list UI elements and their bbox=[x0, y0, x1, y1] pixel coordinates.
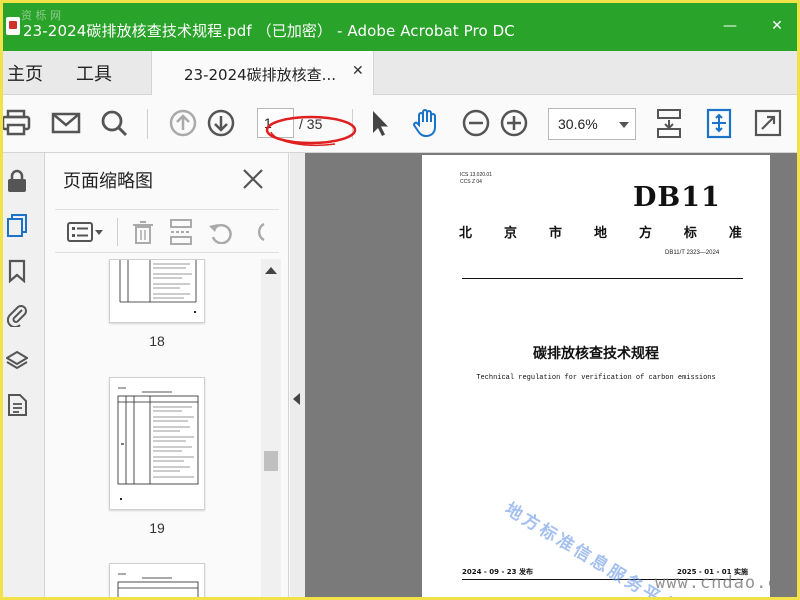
issuer-char: 北 bbox=[459, 226, 473, 241]
page-thumbnail-label: 18 bbox=[149, 333, 165, 349]
standard-mark: DB11 bbox=[633, 182, 721, 213]
pdf-file-icon bbox=[6, 17, 20, 35]
issuer-line: 北 京 市 地 方 标 准 bbox=[459, 222, 742, 241]
title-bar: 资 栎 网 23-2024碳排放核查技术规程.pdf （已加密） - Adobe… bbox=[3, 3, 797, 51]
rotate-left-icon[interactable] bbox=[207, 220, 235, 244]
tab-home[interactable]: 主页 bbox=[7, 60, 43, 86]
document-page: ICS 13.020.01 CCS Z 04 DB11 北 京 市 地 方 标 … bbox=[422, 155, 770, 597]
layers-icon[interactable] bbox=[6, 349, 28, 373]
toolbar-divider bbox=[117, 218, 118, 246]
hand-tool-icon[interactable] bbox=[410, 107, 442, 139]
insert-page-icon[interactable] bbox=[169, 218, 193, 246]
print-icon[interactable] bbox=[3, 107, 35, 139]
issuer-char: 标 bbox=[683, 226, 697, 241]
app-window: 资 栎 网 23-2024碳排放核查技术规程.pdf （已加密） - Adobe… bbox=[0, 0, 800, 600]
issuer-char: 地 bbox=[593, 226, 607, 241]
ics-code: ICS 13.020.01 CCS Z 04 bbox=[460, 172, 492, 186]
ics-line: ICS 13.020.01 bbox=[460, 172, 492, 178]
header-rule bbox=[462, 278, 743, 279]
zoom-in-icon[interactable] bbox=[498, 107, 530, 139]
lock-icon[interactable] bbox=[6, 169, 28, 193]
previous-page-icon[interactable] bbox=[167, 107, 199, 139]
issuer-char: 方 bbox=[638, 226, 652, 241]
issuer-char: 京 bbox=[503, 226, 517, 241]
left-tool-rail bbox=[3, 153, 45, 597]
options-menu-icon[interactable] bbox=[67, 221, 105, 243]
page-thumbnail-20[interactable] bbox=[109, 563, 205, 597]
close-icon[interactable] bbox=[241, 167, 265, 191]
thumbnail-toolbar bbox=[55, 209, 279, 253]
select-cursor-icon[interactable] bbox=[364, 107, 396, 139]
release-date: 2024 - 09 - 23 发布 bbox=[462, 568, 533, 576]
document-viewer[interactable]: ICS 13.020.01 CCS Z 04 DB11 北 京 市 地 方 标 … bbox=[305, 153, 797, 597]
window-title: 23-2024碳排放核查技术规程.pdf （已加密） - Adobe Acrob… bbox=[23, 22, 515, 40]
toolbar-divider bbox=[147, 109, 148, 139]
page-thumbnails-icon[interactable] bbox=[6, 213, 28, 237]
standard-code: DB11/T 2323—2024 bbox=[665, 250, 720, 256]
attachment-icon[interactable] bbox=[6, 303, 28, 327]
chevron-down-icon bbox=[619, 122, 629, 128]
issuer-char: 市 bbox=[548, 226, 562, 241]
zoom-out-icon[interactable] bbox=[460, 107, 492, 139]
rotate-right-icon[interactable] bbox=[253, 220, 265, 244]
thumbnail-scrollbar[interactable] bbox=[261, 259, 281, 597]
close-window-button[interactable]: ✕ bbox=[766, 15, 788, 37]
document-icon[interactable] bbox=[6, 393, 28, 417]
thumbnail-content bbox=[117, 573, 199, 597]
chevron-left-icon bbox=[293, 393, 300, 405]
scroll-up-icon[interactable] bbox=[265, 267, 277, 274]
minimize-button[interactable]: — bbox=[719, 15, 741, 37]
page-thumbnail-label: 19 bbox=[149, 520, 165, 536]
issuer-char: 准 bbox=[728, 226, 742, 241]
thumbnail-list: 18 19 bbox=[45, 259, 289, 597]
red-ellipse-annotation bbox=[265, 115, 357, 147]
url-watermark: www.cndao.c bbox=[655, 573, 779, 593]
scrollbar-thumb[interactable] bbox=[264, 451, 278, 471]
fit-width-icon[interactable] bbox=[703, 107, 735, 139]
tab-document[interactable]: 23-2024碳排放核查... ✕ bbox=[151, 51, 374, 95]
panel-title: 页面缩略图 bbox=[63, 171, 153, 192]
document-title-en: Technical regulation for verification of… bbox=[476, 374, 716, 382]
panel-collapse-handle[interactable] bbox=[290, 153, 305, 597]
tab-document-label: 23-2024碳排放核查... bbox=[184, 66, 336, 84]
main-toolbar: 1 / 35 30.6% bbox=[3, 95, 797, 153]
ccs-line: CCS Z 04 bbox=[460, 179, 482, 185]
fit-page-icon[interactable] bbox=[653, 107, 685, 139]
thumbnail-content bbox=[117, 387, 199, 500]
thumbnail-content bbox=[119, 260, 197, 313]
fullscreen-icon[interactable] bbox=[752, 107, 784, 139]
search-icon[interactable] bbox=[98, 107, 130, 139]
document-title-cn: 碳排放核查技术规程 bbox=[533, 346, 659, 362]
tab-close-button[interactable]: ✕ bbox=[352, 63, 364, 79]
page-thumbnail-19[interactable] bbox=[109, 377, 205, 510]
email-icon[interactable] bbox=[50, 107, 82, 139]
tabs-bar: 主页 工具 23-2024碳排放核查... ✕ bbox=[3, 51, 797, 95]
tab-tools[interactable]: 工具 bbox=[76, 60, 112, 86]
bookmark-icon[interactable] bbox=[6, 259, 28, 283]
thumbnail-panel: 页面缩略图 18 19 bbox=[45, 153, 289, 597]
page-thumbnail-18[interactable] bbox=[109, 259, 205, 323]
zoom-value: 30.6% bbox=[558, 116, 598, 132]
next-page-icon[interactable] bbox=[205, 107, 237, 139]
zoom-select[interactable]: 30.6% bbox=[548, 108, 636, 140]
trash-icon[interactable] bbox=[131, 220, 155, 244]
